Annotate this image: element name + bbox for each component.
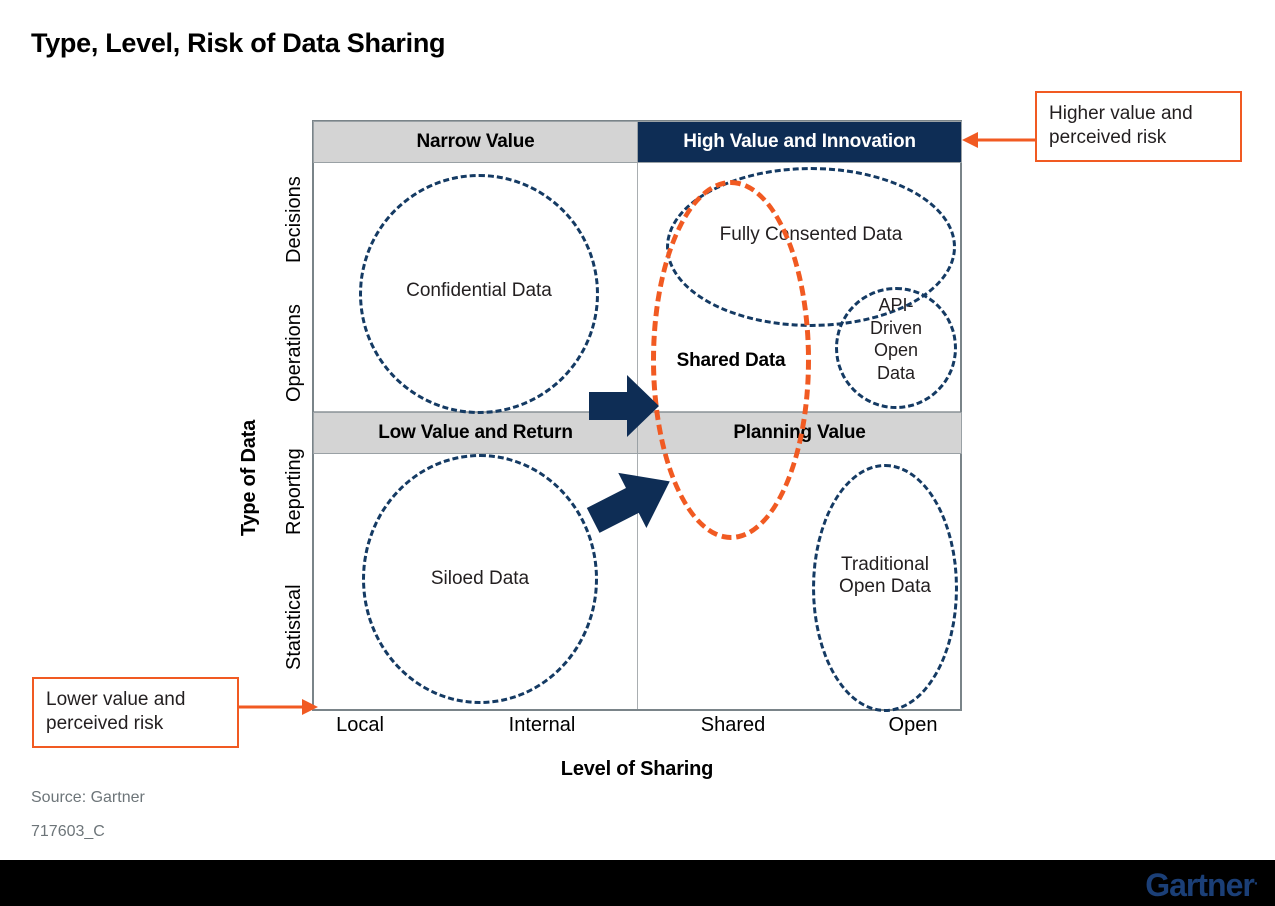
y-axis-tick-reporting: Reporting bbox=[283, 448, 305, 536]
y-axis-title: Type of Data bbox=[238, 420, 260, 537]
bubble-label-api-driven-open-data: API- Driven Open Data bbox=[869, 295, 922, 384]
gartner-logo: Gartner. bbox=[1145, 867, 1258, 904]
bubble-label-siloed-data: Siloed Data bbox=[430, 568, 530, 589]
quadrant-chart: Narrow Value High Value and Innovation L… bbox=[312, 120, 962, 712]
y-axis-tick-decisions: Decisions bbox=[283, 176, 305, 264]
callout-connector-higher bbox=[962, 132, 1040, 148]
quadrant-header-high-value-and-innovation: High Value and Innovation bbox=[637, 121, 962, 163]
x-axis-tick-open: Open bbox=[888, 714, 938, 736]
gartner-logo-text: Gartner bbox=[1145, 867, 1255, 903]
x-axis-tick-local: Local bbox=[336, 714, 384, 736]
bubble-label-traditional-open-data: Traditional Open Data bbox=[839, 554, 931, 598]
y-axis-tick-statistical: Statistical bbox=[283, 584, 305, 671]
arrow-siloed-to-shared bbox=[586, 472, 670, 533]
callout-higher-value: Higher value and perceived risk bbox=[1035, 91, 1242, 162]
bubble-label-confidential-data: Confidential Data bbox=[406, 280, 552, 301]
x-axis-tick-shared: Shared bbox=[700, 714, 766, 736]
arrow-confidential-to-shared bbox=[589, 375, 659, 437]
source-label: Source: Gartner bbox=[31, 789, 145, 806]
y-axis-tick-operations: Operations bbox=[283, 304, 305, 402]
quadrant-header-narrow-value: Narrow Value bbox=[313, 121, 638, 163]
footer-bar bbox=[0, 860, 1275, 906]
callout-lower-value: Lower value and perceived risk bbox=[32, 677, 239, 748]
gartner-logo-mark: . bbox=[1253, 871, 1258, 889]
callout-connector-lower bbox=[238, 699, 318, 715]
bubble-label-shared-data: Shared Data bbox=[676, 350, 786, 371]
document-id: 717603_C bbox=[31, 823, 105, 840]
page-title: Type, Level, Risk of Data Sharing bbox=[31, 28, 446, 58]
x-axis-title: Level of Sharing bbox=[560, 758, 714, 780]
x-axis-tick-internal: Internal bbox=[508, 714, 576, 736]
